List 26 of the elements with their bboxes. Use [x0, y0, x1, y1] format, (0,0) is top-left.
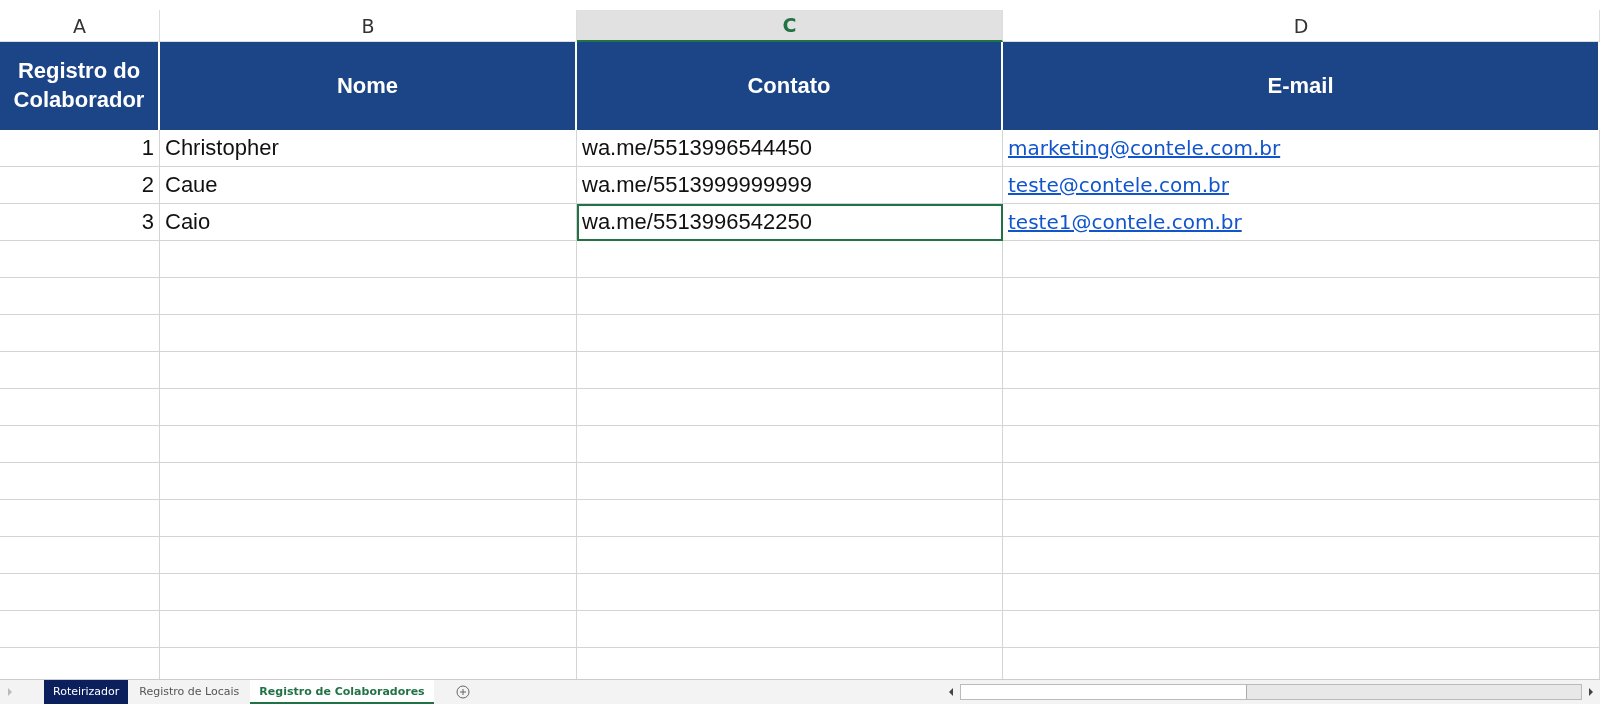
- table-cell: wa.me/5513996544450: [577, 130, 1003, 167]
- email-link[interactable]: marketing@contele.com.br: [1008, 136, 1281, 160]
- column-header[interactable]: D: [1003, 10, 1600, 42]
- sheet-tab[interactable]: Registro de Locais: [130, 680, 249, 704]
- horizontal-scrollbar[interactable]: [960, 684, 1582, 700]
- scroll-right-icon[interactable]: [1586, 685, 1596, 699]
- email-link[interactable]: teste1@contele.com.br: [1008, 210, 1242, 234]
- header-cell: E-mail: [1003, 42, 1600, 130]
- email-link[interactable]: teste@contele.com.br: [1008, 173, 1229, 197]
- add-sheet-icon[interactable]: [455, 685, 470, 699]
- sheet-tab[interactable]: Roteirizador: [44, 680, 129, 704]
- table-cell: wa.me/5513996542250: [577, 204, 1003, 241]
- column-header[interactable]: B: [160, 10, 577, 42]
- column-header[interactable]: C: [577, 10, 1003, 42]
- header-cell: Registro do Colaborador: [0, 42, 160, 130]
- sheet-tab[interactable]: Registro de Colaboradores: [250, 680, 434, 704]
- table-cell: 1: [0, 130, 160, 167]
- table-cell: 3: [0, 204, 160, 241]
- table-cell: Christopher: [160, 130, 577, 167]
- table-cell: Caue: [160, 167, 577, 204]
- table-cell: wa.me/5513999999999: [577, 167, 1003, 204]
- header-cell: Contato: [577, 42, 1003, 130]
- header-cell: Nome: [160, 42, 577, 130]
- table-cell: Caio: [160, 204, 577, 241]
- column-header[interactable]: A: [0, 10, 160, 42]
- table-cell: 2: [0, 167, 160, 204]
